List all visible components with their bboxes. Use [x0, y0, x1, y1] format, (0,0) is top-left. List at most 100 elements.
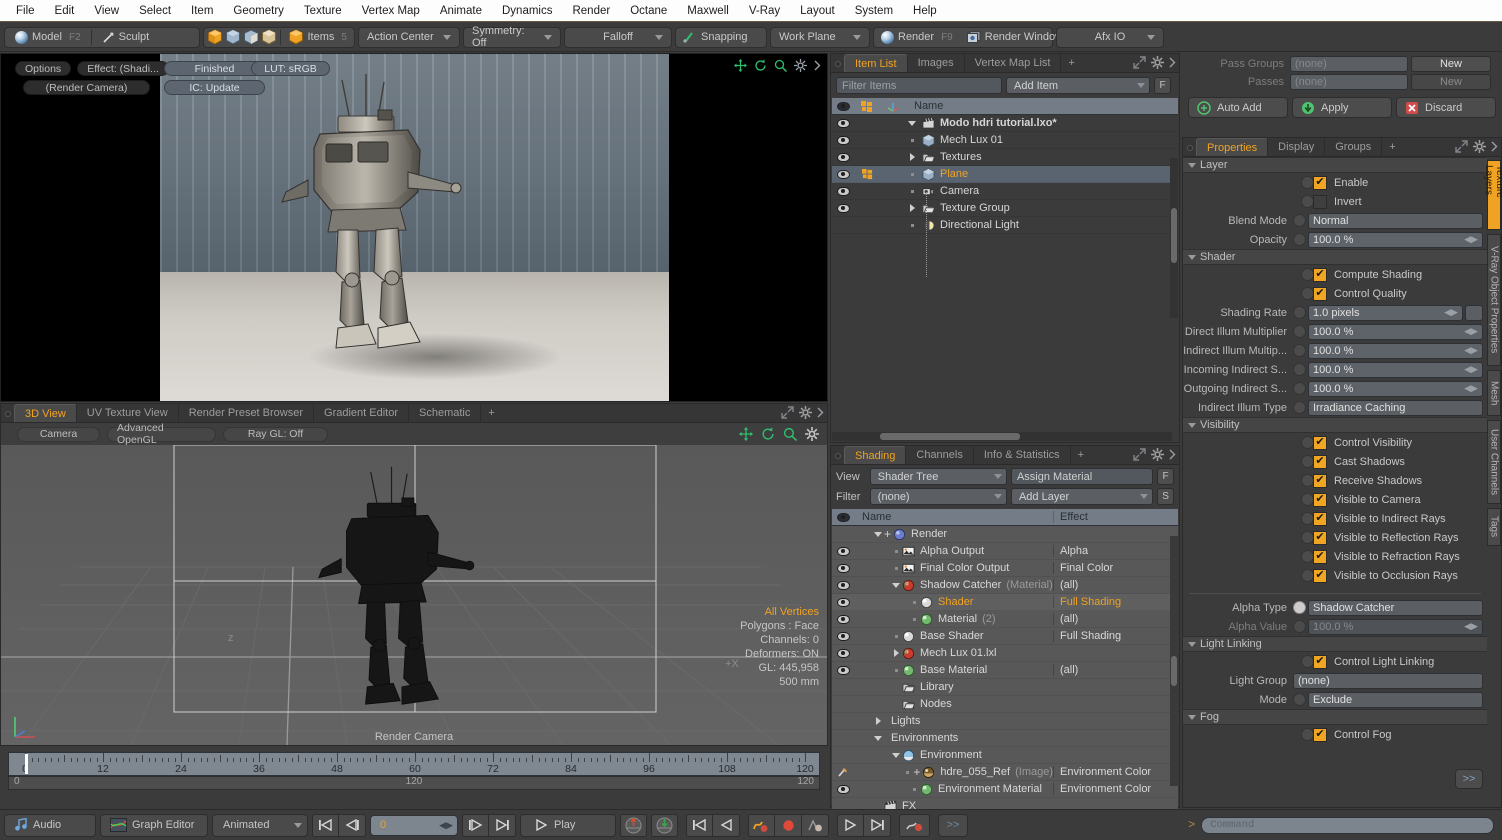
edge-mode-button[interactable] — [224, 29, 242, 45]
side-tab-tags[interactable]: Tags — [1487, 508, 1501, 546]
render-preview-viewport[interactable]: Options Effect: (Shadi... (Render Camera… — [0, 53, 828, 402]
checkbox-control-visibility[interactable] — [1313, 435, 1327, 450]
item-list-row[interactable]: Texture Group — [832, 200, 1178, 217]
graph-editor-button[interactable]: Graph Editor — [100, 813, 208, 837]
checkbox-receive-shadows[interactable] — [1313, 473, 1327, 488]
visibility-toggle[interactable] — [832, 546, 854, 556]
channel-knob[interactable] — [1293, 214, 1306, 227]
value-spinner-icon[interactable]: ◀▶ — [1464, 621, 1478, 632]
item-list-row[interactable]: Directional Light — [832, 217, 1178, 234]
tab-shading[interactable]: Shading — [844, 446, 907, 464]
prev-key-button[interactable] — [713, 813, 740, 837]
item-list-hscrollbar[interactable] — [832, 432, 1172, 441]
snapping-button[interactable]: Snapping — [678, 28, 753, 47]
twisty-collapsed[interactable] — [872, 717, 884, 725]
go-to-start-button[interactable] — [312, 813, 339, 837]
shader-tree-row[interactable]: Base Shader Full Shading — [832, 628, 1178, 645]
shader-tree-row[interactable]: Final Color Output Final Color — [832, 560, 1178, 577]
selection-set-icon[interactable] — [854, 168, 880, 180]
channel-knob[interactable] — [1293, 620, 1306, 633]
filter-items-input[interactable]: Filter Items — [836, 77, 1002, 94]
menu-item-layout[interactable]: Layout — [790, 0, 845, 22]
vertex-mode-button[interactable] — [206, 29, 224, 45]
zoom-icon[interactable] — [783, 427, 797, 441]
item-list-row[interactable]: Plane — [832, 166, 1178, 183]
auto-add-button[interactable]: Auto Add — [1188, 97, 1288, 118]
menu-item-system[interactable]: System — [845, 0, 903, 22]
mode-model-button[interactable]: Model F2 — [7, 28, 89, 47]
panel-menu-knob[interactable] — [1183, 139, 1196, 156]
twisty-expanded[interactable] — [906, 120, 918, 126]
gear-icon[interactable] — [805, 427, 819, 441]
gear-icon[interactable] — [794, 59, 807, 72]
value-spinner-icon[interactable]: ◀▶ — [1464, 345, 1478, 356]
shader-tree-row[interactable]: Environments — [832, 730, 1178, 747]
pan-icon[interactable] — [739, 427, 753, 441]
shading-s-button[interactable]: S — [1157, 488, 1175, 505]
more-options-button[interactable]: >> — [938, 813, 968, 837]
twisty-collapsed[interactable] — [890, 649, 902, 657]
menu-item-render[interactable]: Render — [562, 0, 620, 22]
menu-item-item[interactable]: Item — [181, 0, 223, 22]
tab-add-button[interactable]: + — [1071, 446, 1091, 464]
shader-tree-row[interactable]: Shader Full Shading — [832, 594, 1178, 611]
prev-key-first-button[interactable] — [686, 813, 713, 837]
item-list-row[interactable]: Camera — [832, 183, 1178, 200]
visibility-toggle[interactable] — [832, 118, 854, 128]
add-child-icon[interactable]: + — [884, 527, 891, 541]
property-checkbox-row[interactable]: Visible to Refraction Rays — [1183, 547, 1487, 566]
gear-icon[interactable] — [799, 406, 812, 419]
checkbox-visible-to-indirect-rays[interactable] — [1313, 511, 1327, 526]
visibility-toggle[interactable] — [832, 203, 854, 213]
menu-item-view[interactable]: View — [84, 0, 129, 22]
shader-tree-rows[interactable]: + Render Alpha Output Alpha Final Color Outp… — [832, 526, 1178, 815]
value-spinner-icon[interactable]: ◀▶ — [1464, 364, 1478, 375]
panel-menu-knob[interactable] — [1, 405, 14, 422]
twisty-expanded[interactable] — [890, 752, 902, 758]
items-mode-button[interactable]: Items 5 — [283, 28, 352, 47]
property-checkbox-row[interactable]: Enable — [1183, 173, 1487, 192]
chevron-right-icon[interactable] — [814, 60, 821, 71]
property-checkbox-row[interactable]: Control Quality — [1183, 284, 1487, 303]
rotate-icon[interactable] — [761, 427, 775, 441]
channel-knob[interactable] — [1293, 601, 1306, 614]
add-layer-dropdown[interactable]: Add Layer — [1010, 488, 1154, 505]
dropdown-indirect-illum-type[interactable]: Irradiance Caching — [1308, 399, 1483, 416]
visibility-toggle[interactable] — [832, 631, 854, 641]
render-effect-dropdown[interactable]: Effect: (Shadi... — [77, 61, 169, 76]
zoom-icon[interactable] — [774, 59, 787, 72]
menu-item-dynamics[interactable]: Dynamics — [492, 0, 562, 22]
property-checkbox-row[interactable]: Receive Shadows — [1183, 471, 1487, 490]
viewport-ray-gl-button[interactable]: Ray GL: Off — [223, 426, 328, 442]
channel-knob[interactable] — [1293, 325, 1306, 338]
shader-tree-row[interactable]: Alpha Output Alpha — [832, 543, 1178, 560]
play-button[interactable]: Play — [520, 813, 616, 837]
scrollbar-thumb[interactable] — [1171, 208, 1177, 263]
tab-3d-view[interactable]: 3D View — [14, 404, 77, 422]
maximize-icon[interactable] — [781, 406, 794, 419]
pan-icon[interactable] — [734, 59, 747, 72]
key-channels-up-button[interactable] — [620, 813, 647, 837]
passes-new-button[interactable]: New — [1411, 73, 1491, 90]
visibility-toggle[interactable] — [832, 135, 854, 145]
menu-item-vertex-map[interactable]: Vertex Map — [352, 0, 430, 22]
menu-item-texture[interactable]: Texture — [294, 0, 352, 22]
dropdown-mode[interactable]: Exclude — [1308, 691, 1483, 708]
step-back-button[interactable] — [339, 813, 366, 837]
shader-tree-row[interactable]: Mech Lux 01.lxl — [832, 645, 1178, 662]
checkbox-cast-shadows[interactable] — [1313, 454, 1327, 469]
chevron-right-icon[interactable] — [817, 407, 824, 418]
animate-curve-button[interactable] — [748, 813, 775, 837]
visibility-toggle[interactable] — [832, 152, 854, 162]
value-spinner-icon[interactable]: ◀▶ — [1444, 307, 1458, 318]
tab-render-preset-browser[interactable]: Render Preset Browser — [179, 404, 315, 422]
tab-add-button[interactable]: + — [1382, 138, 1402, 156]
current-frame-input[interactable]: 0 ◀▶ — [370, 814, 458, 836]
pass-groups-new-button[interactable]: New — [1411, 56, 1491, 72]
dropdown-light-group[interactable]: (none) — [1293, 672, 1483, 689]
render-camera-button[interactable]: (Render Camera) — [23, 80, 150, 95]
shader-tree-row[interactable]: Environment Material Environment Color — [832, 781, 1178, 798]
frame-spinner-icon[interactable]: ◀▶ — [439, 820, 453, 831]
falloff-dropdown[interactable]: Falloff — [567, 28, 669, 47]
channel-knob[interactable] — [1293, 344, 1306, 357]
